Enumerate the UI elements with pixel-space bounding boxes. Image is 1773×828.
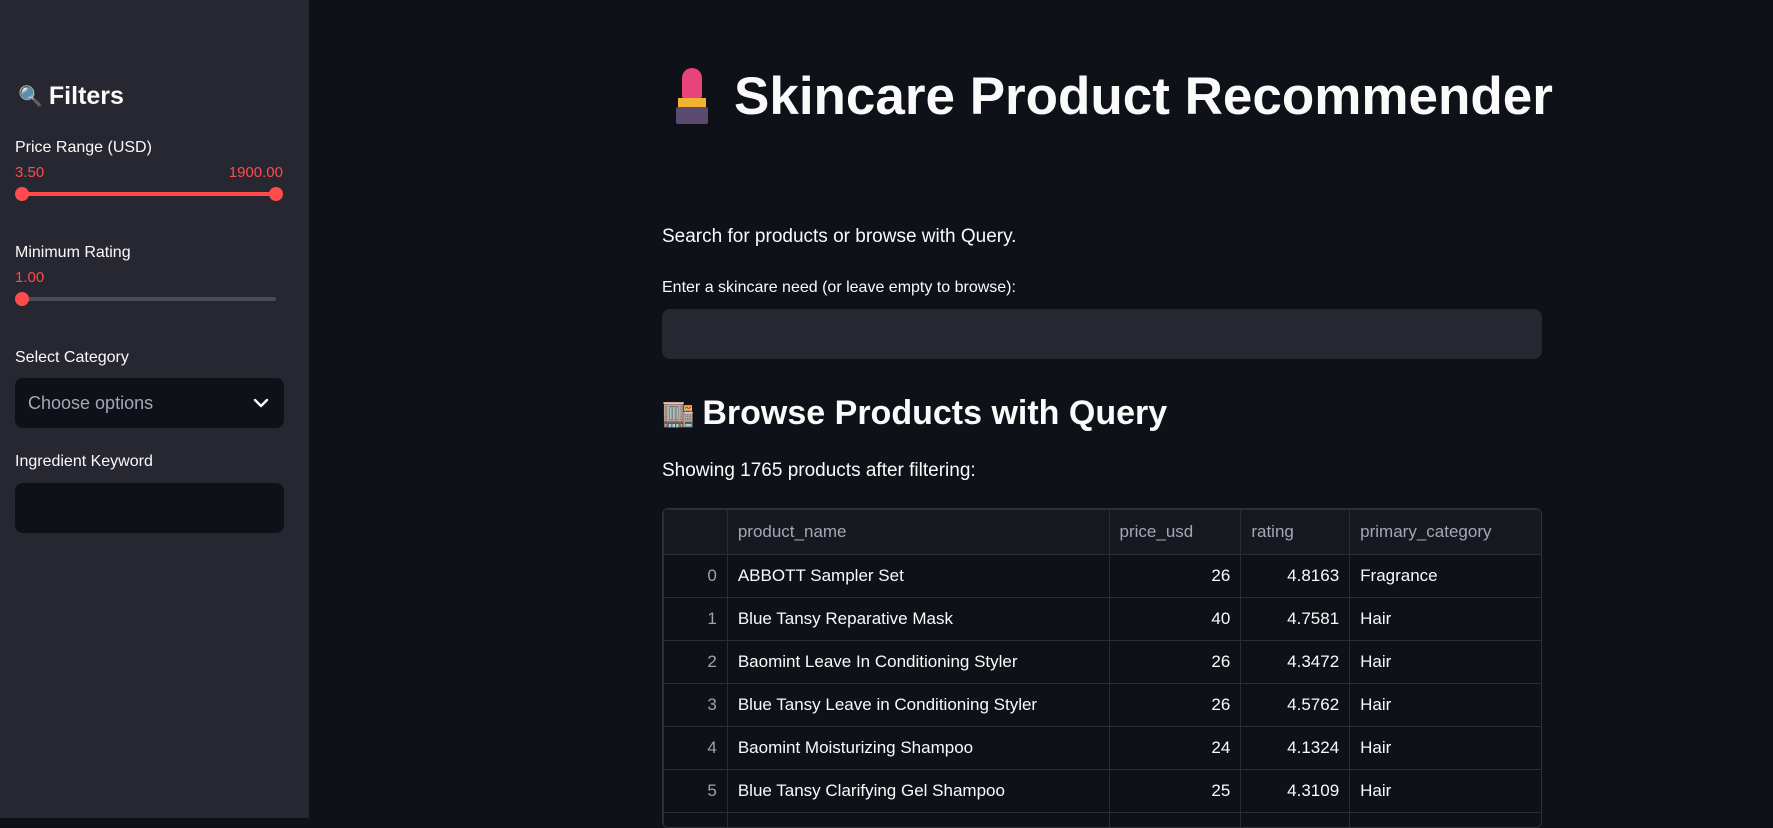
- intro-text: Search for products or browse with Query…: [662, 226, 1016, 248]
- section-heading: 🏬 Browse Products with Query: [662, 394, 1167, 433]
- cell-product-name: Blue Tansy Clarifying Gel Shampoo: [727, 770, 1109, 813]
- row-index: 1: [664, 598, 728, 641]
- table-row[interactable]: 1 Blue Tansy Reparative Mask 40 4.7581 H…: [664, 598, 1543, 641]
- chevron-down-icon[interactable]: [253, 398, 269, 408]
- section-title: Browse Products with Query: [702, 394, 1167, 433]
- sidebar: 🔍 Filters Price Range (USD) 3.50 1900.00…: [0, 0, 309, 818]
- row-index: 3: [664, 684, 728, 727]
- cell-price-usd: 26: [1109, 641, 1241, 684]
- page-title-text: Skincare Product Recommender: [734, 66, 1553, 127]
- cell-primary-category: Hair: [1350, 641, 1542, 684]
- row-index: 2: [664, 641, 728, 684]
- table-header-row: product_name price_usd rating primary_ca…: [664, 510, 1543, 555]
- cell-primary-category: [1350, 813, 1542, 828]
- cell-price-usd: [1109, 813, 1241, 828]
- min-rating-handle[interactable]: [15, 292, 29, 306]
- filters-title: Filters: [49, 82, 124, 111]
- cell-rating: 4.5762: [1241, 684, 1350, 727]
- cell-primary-category: Hair: [1350, 684, 1542, 727]
- cell-rating: 4.3472: [1241, 641, 1350, 684]
- min-rating-label: Minimum Rating: [15, 244, 131, 262]
- column-header-primary-category[interactable]: primary_category: [1350, 510, 1542, 555]
- search-icon: 🔍: [18, 84, 43, 109]
- cell-product-name: [727, 813, 1109, 828]
- products-table[interactable]: product_name price_usd rating primary_ca…: [662, 508, 1542, 828]
- cell-product-name: Baomint Leave In Conditioning Styler: [727, 641, 1109, 684]
- column-header-product-name[interactable]: product_name: [727, 510, 1109, 555]
- cell-price-usd: 26: [1109, 684, 1241, 727]
- row-index: 6: [664, 813, 728, 828]
- column-header-index[interactable]: [664, 510, 728, 555]
- ingredient-input[interactable]: [15, 483, 284, 533]
- table-row[interactable]: 3 Blue Tansy Leave in Conditioning Style…: [664, 684, 1543, 727]
- category-placeholder: Choose options: [28, 393, 153, 414]
- cell-price-usd: 24: [1109, 727, 1241, 770]
- cell-product-name: Blue Tansy Leave in Conditioning Styler: [727, 684, 1109, 727]
- table-row[interactable]: 0 ABBOTT Sampler Set 26 4.8163 Fragrance: [664, 555, 1543, 598]
- cell-product-name: ABBOTT Sampler Set: [727, 555, 1109, 598]
- result-count: Showing 1765 products after filtering:: [662, 460, 976, 482]
- lipstick-icon: [672, 68, 716, 126]
- cell-primary-category: Hair: [1350, 727, 1542, 770]
- row-index: 5: [664, 770, 728, 813]
- price-min-handle[interactable]: [15, 187, 29, 201]
- cell-primary-category: Hair: [1350, 598, 1542, 641]
- category-label: Select Category: [15, 349, 129, 367]
- cell-rating: 4.1324: [1241, 727, 1350, 770]
- row-index: 4: [664, 727, 728, 770]
- cell-price-usd: 26: [1109, 555, 1241, 598]
- table-row[interactable]: 5 Blue Tansy Clarifying Gel Shampoo 25 4…: [664, 770, 1543, 813]
- table-row[interactable]: 6: [664, 813, 1543, 828]
- cell-product-name: Baomint Moisturizing Shampoo: [727, 727, 1109, 770]
- query-label: Enter a skincare need (or leave empty to…: [662, 279, 1016, 297]
- table-row[interactable]: 4 Baomint Moisturizing Shampoo 24 4.1324…: [664, 727, 1543, 770]
- min-rating-value: 1.00: [15, 269, 44, 286]
- column-header-price-usd[interactable]: price_usd: [1109, 510, 1241, 555]
- min-rating-slider[interactable]: [22, 297, 276, 301]
- ingredient-label: Ingredient Keyword: [15, 453, 153, 471]
- category-select[interactable]: Choose options: [15, 378, 284, 428]
- price-max-handle[interactable]: [269, 187, 283, 201]
- price-range-fill: [22, 192, 276, 196]
- price-range-label: Price Range (USD): [15, 139, 152, 157]
- cell-product-name: Blue Tansy Reparative Mask: [727, 598, 1109, 641]
- cell-rating: [1241, 813, 1350, 828]
- store-icon: 🏬: [662, 398, 694, 429]
- cell-price-usd: 25: [1109, 770, 1241, 813]
- cell-price-usd: 40: [1109, 598, 1241, 641]
- cell-rating: 4.8163: [1241, 555, 1350, 598]
- price-max-value: 1900.00: [229, 164, 283, 181]
- cell-rating: 4.3109: [1241, 770, 1350, 813]
- query-input[interactable]: [662, 309, 1542, 359]
- column-header-rating[interactable]: rating: [1241, 510, 1350, 555]
- table-row[interactable]: 2 Baomint Leave In Conditioning Styler 2…: [664, 641, 1543, 684]
- price-min-value: 3.50: [15, 164, 44, 181]
- row-index: 0: [664, 555, 728, 598]
- price-range-slider[interactable]: [22, 192, 276, 196]
- page-title: Skincare Product Recommender: [672, 66, 1553, 127]
- cell-primary-category: Hair: [1350, 770, 1542, 813]
- cell-rating: 4.7581: [1241, 598, 1350, 641]
- cell-primary-category: Fragrance: [1350, 555, 1542, 598]
- filters-heading: 🔍 Filters: [18, 82, 124, 111]
